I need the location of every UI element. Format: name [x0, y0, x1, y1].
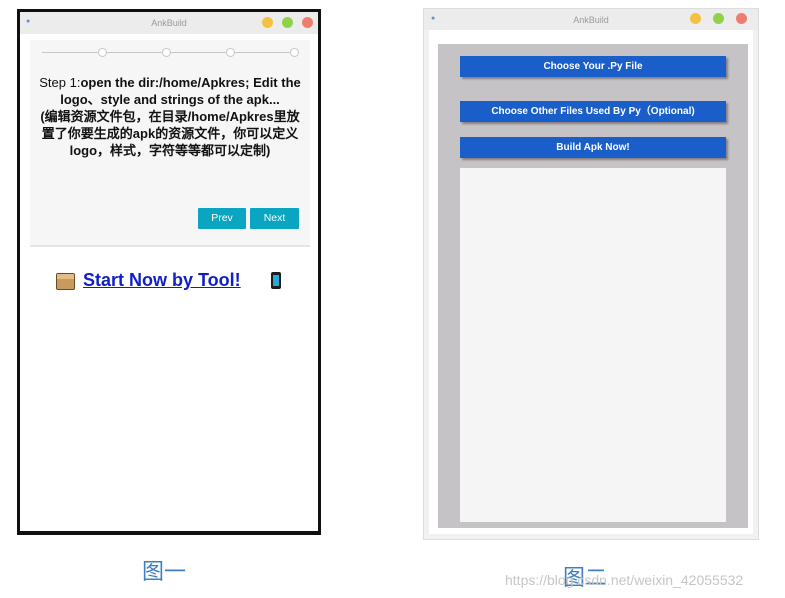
- maximize-button[interactable]: [282, 17, 293, 28]
- step-indicator-1[interactable]: [98, 48, 107, 57]
- window-title: AnkBuild: [151, 18, 187, 28]
- mobile-phone-icon: [271, 272, 281, 289]
- maximize-button[interactable]: [713, 13, 724, 24]
- step-card: Step 1:open the dir:/home/Apkres; Edit t…: [30, 40, 310, 247]
- close-button[interactable]: [736, 13, 747, 24]
- step-instruction: open the dir:/home/Apkres; Edit the logo…: [60, 75, 301, 107]
- minimize-button[interactable]: [262, 17, 273, 28]
- minimize-button[interactable]: [690, 13, 701, 24]
- figure-1-caption: 图一: [142, 560, 187, 585]
- start-row: Start Now by Tool!: [56, 270, 296, 292]
- next-button[interactable]: Next: [250, 208, 299, 229]
- start-now-link[interactable]: Start Now by Tool!: [83, 270, 241, 291]
- prev-button[interactable]: Prev: [198, 208, 246, 229]
- build-panel: Choose Your .Py File Choose Other Files …: [438, 44, 748, 528]
- window-step-wizard: ● AnkBuild Step 1:open the dir:/home/Apk…: [17, 9, 321, 535]
- step-instruction-chinese: (编辑资源文件包，在目录/home/Apkres里放置了你要生成的apk的资源文…: [40, 109, 300, 158]
- build-apk-button[interactable]: Build Apk Now!: [460, 137, 726, 158]
- package-box-icon: [56, 273, 75, 290]
- close-button[interactable]: [302, 17, 313, 28]
- step-indicator-2[interactable]: [162, 48, 171, 57]
- title-bar: ● AnkBuild: [424, 9, 758, 30]
- step-lead: Step 1:: [39, 75, 81, 90]
- step-description: Step 1:open the dir:/home/Apkres; Edit t…: [36, 74, 304, 159]
- title-bar: ● AnkBuild: [20, 12, 318, 34]
- step-indicator-3[interactable]: [226, 48, 235, 57]
- watermark-url: https://blog.csdn.net/weixin_42055532: [505, 572, 744, 588]
- output-text-area[interactable]: [460, 168, 726, 522]
- window-content: Choose Your .Py File Choose Other Files …: [429, 30, 753, 534]
- choose-py-file-button[interactable]: Choose Your .Py File: [460, 56, 726, 77]
- window-build-tool: ● AnkBuild Choose Your .Py File Choose O…: [423, 8, 759, 540]
- choose-other-files-button[interactable]: Choose Other Files Used By Py（Optional): [460, 101, 726, 122]
- window-content: Step 1:open the dir:/home/Apkres; Edit t…: [20, 34, 318, 531]
- window-title: AnkBuild: [573, 15, 609, 25]
- step-indicator-4[interactable]: [290, 48, 299, 57]
